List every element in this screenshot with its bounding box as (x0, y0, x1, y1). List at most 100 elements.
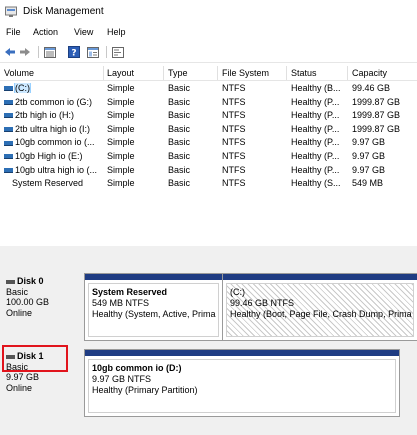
column-divider[interactable] (217, 66, 218, 80)
list-view-icon[interactable] (43, 45, 57, 59)
partition-size: 549 MB NTFS (92, 298, 150, 308)
volume-capacity: 9.97 GB (352, 137, 386, 148)
volume-layout: Simple (107, 178, 135, 189)
column-header-type[interactable]: Type (168, 68, 188, 78)
disk-0-label[interactable]: Disk 0 Basic 100.00 GB Online (6, 276, 78, 318)
partition-bar (85, 350, 399, 356)
column-divider[interactable] (103, 66, 104, 80)
table-row[interactable]: 2tb ultra high io (I:) Simple Basic NTFS… (0, 123, 417, 137)
table-row[interactable]: 10gb ultra high io (... Simple Basic NTF… (0, 164, 417, 178)
volume-file-system: NTFS (222, 83, 246, 93)
volume-list[interactable]: Volume Layout Type File System Status Ca… (0, 66, 417, 246)
column-divider[interactable] (347, 66, 348, 80)
partition-size: 9.97 GB NTFS (92, 374, 152, 384)
table-row[interactable]: 2tb high io (H:) Simple Basic NTFS Healt… (0, 109, 417, 123)
column-divider[interactable] (163, 66, 164, 80)
pane-splitter[interactable] (0, 246, 417, 264)
partition-status: Healthy (Boot, Page File, Crash Dump, Pr… (230, 309, 412, 319)
table-row[interactable]: (C:) Simple Basic NTFS Healthy (B... 99.… (0, 82, 417, 96)
partition-c[interactable]: (C:) 99.46 GB NTFS Healthy (Boot, Page F… (222, 273, 417, 341)
volume-layout: Simple (107, 110, 135, 121)
help-icon[interactable]: ? (67, 45, 81, 59)
volume-status: Healthy (S... (291, 178, 341, 189)
volume-type: Basic (168, 83, 191, 93)
volume-icon (4, 140, 13, 146)
partition-status: Healthy (Primary Partition) (92, 385, 198, 395)
table-row[interactable]: System Reserved Simple Basic NTFS Health… (0, 177, 417, 191)
volume-type: Basic (168, 178, 191, 189)
volume-name: 2tb high io (H:) (15, 110, 75, 121)
volume-name: 2tb ultra high io (I:) (15, 123, 91, 134)
volume-file-system: NTFS (222, 110, 246, 121)
disk-1-highlight (2, 345, 68, 372)
volume-capacity: 99.46 GB (352, 83, 391, 93)
volume-icon (4, 86, 13, 92)
partition-name: System Reserved (92, 287, 168, 297)
volume-name: (C:) (14, 83, 31, 93)
volume-name: 10gb common io (... (15, 137, 95, 148)
table-row[interactable]: 10gb High io (E:) Simple Basic NTFS Heal… (0, 150, 417, 164)
volume-file-system: NTFS (222, 164, 246, 175)
volume-layout: Simple (107, 151, 135, 161)
disk-status: Online (6, 382, 33, 393)
svg-text:?: ? (71, 49, 76, 59)
partition-bar (85, 274, 222, 280)
volume-name: System Reserved (12, 178, 84, 189)
disk-size: 9.97 GB (6, 372, 40, 382)
volume-icon (4, 154, 13, 160)
volume-name: 10gb High io (E:) (15, 151, 83, 161)
volume-name: 10gb ultra high io (... (15, 164, 98, 175)
volume-layout: Simple (107, 96, 135, 107)
menu-view[interactable]: View (74, 27, 93, 37)
table-row[interactable]: 2tb common io (G:) Simple Basic NTFS Hea… (0, 96, 417, 110)
volume-icon (4, 113, 13, 119)
volume-type: Basic (168, 96, 191, 107)
volume-capacity: 1999.87 GB (352, 110, 401, 121)
partition-bar (223, 274, 417, 280)
volume-capacity: 9.97 GB (352, 164, 386, 175)
volume-name: 2tb common io (G:) (15, 96, 93, 107)
title-bar: Disk Management (0, 0, 417, 24)
menu-file[interactable]: File (6, 27, 21, 37)
disk-type: Basic (6, 286, 29, 297)
partition-d[interactable]: 10gb common io (D:) 9.97 GB NTFS Healthy… (84, 349, 400, 417)
volume-capacity: 1999.87 GB (352, 123, 401, 134)
column-header-layout[interactable]: Layout (107, 68, 134, 78)
menu-bar: File Action View Help (0, 25, 417, 41)
column-header-status[interactable]: Status (291, 68, 317, 78)
volume-type: Basic (168, 110, 191, 121)
disk-name: Disk 0 (17, 276, 44, 286)
menu-help[interactable]: Help (107, 27, 126, 37)
volume-status: Healthy (P... (291, 137, 340, 148)
back-icon[interactable] (3, 45, 17, 59)
volume-type: Basic (168, 164, 191, 175)
column-header-volume[interactable]: Volume (4, 68, 34, 78)
volume-file-system: NTFS (222, 151, 246, 161)
volume-icon (4, 167, 13, 173)
partition-size: 99.46 GB NTFS (230, 298, 295, 308)
volume-type: Basic (168, 123, 191, 134)
disk-status: Online (6, 307, 33, 318)
partition-system-reserved[interactable]: System Reserved 549 MB NTFS Healthy (Sys… (84, 273, 223, 341)
column-divider[interactable] (286, 66, 287, 80)
volume-status: Healthy (P... (291, 123, 340, 134)
properties-icon[interactable] (86, 45, 100, 59)
volume-type: Basic (168, 151, 191, 161)
console-icon[interactable] (111, 45, 125, 59)
forward-icon[interactable] (18, 45, 32, 59)
volume-layout: Simple (107, 137, 135, 148)
volume-capacity: 9.97 GB (352, 151, 386, 161)
table-row[interactable]: 10gb common io (... Simple Basic NTFS He… (0, 136, 417, 150)
volume-layout: Simple (107, 164, 135, 175)
volume-status: Healthy (P... (291, 110, 340, 121)
column-header-capacity[interactable]: Capacity (352, 68, 387, 78)
disk-size: 100.00 GB (6, 297, 50, 307)
disk-icon (6, 279, 15, 284)
partition-status: Healthy (System, Active, Prima (92, 309, 216, 319)
menu-action[interactable]: Action (33, 27, 58, 37)
volume-layout: Simple (107, 123, 135, 134)
column-header-file-system[interactable]: File System (222, 68, 269, 78)
list-header: Volume Layout Type File System Status Ca… (0, 66, 417, 81)
partition-name: 10gb common io (D:) (92, 363, 182, 373)
volume-icon (4, 126, 13, 132)
